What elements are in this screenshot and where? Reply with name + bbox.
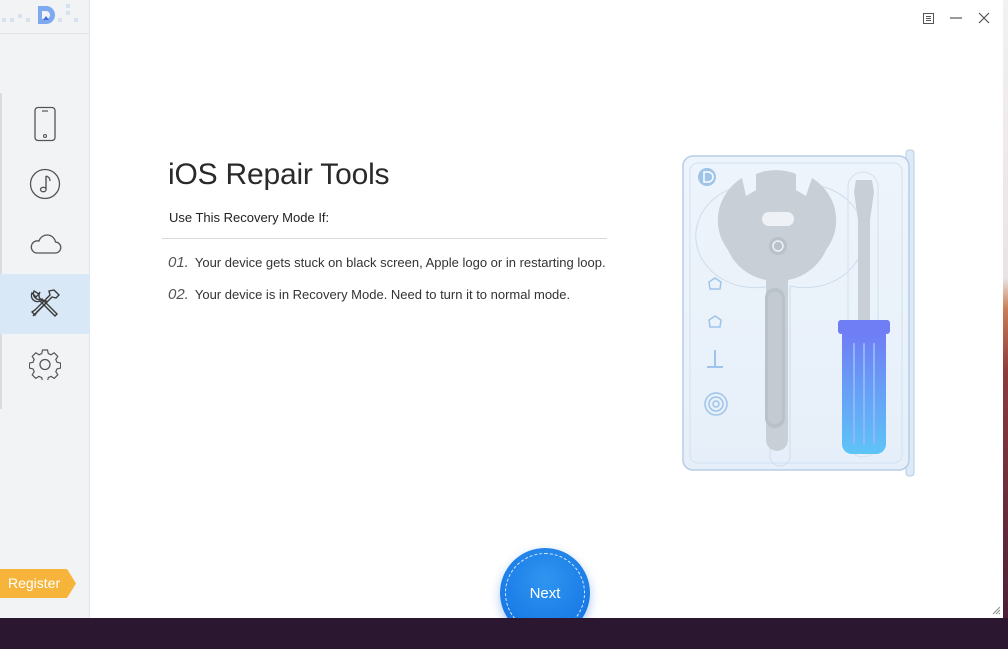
app-logo-icon <box>38 6 55 24</box>
wrench-screwdriver-icon <box>30 289 60 317</box>
step-text: Your device is in Recovery Mode. Need to… <box>194 287 571 302</box>
sidebar-item-repair-tools[interactable] <box>0 274 90 334</box>
step-text: Your device gets stuck on black screen, … <box>194 255 606 270</box>
menu-button[interactable] <box>918 8 938 28</box>
register-button[interactable]: Register <box>0 569 76 598</box>
step-number: 02. <box>168 286 189 303</box>
desktop-background-edge <box>1003 0 1008 618</box>
gear-icon <box>29 349 61 380</box>
sidebar-item-device[interactable] <box>0 94 90 154</box>
next-label: Next <box>529 584 561 602</box>
step-number: 01. <box>168 254 189 271</box>
menu-icon <box>922 12 934 24</box>
app-window: Register iOS Repair Tools Use This Recov… <box>0 0 1003 618</box>
close-button[interactable] <box>974 8 994 28</box>
toolbox-illustration <box>682 149 915 477</box>
sidebar-nav <box>0 94 90 394</box>
page-title: iOS Repair Tools <box>168 158 390 191</box>
step-item: 01. Your device gets stuck on black scree… <box>168 254 606 271</box>
sidebar: Register <box>0 0 90 618</box>
music-note-icon <box>29 168 61 200</box>
step-item: 02. Your device is in Recovery Mode. Need… <box>168 286 570 303</box>
sidebar-item-music[interactable] <box>0 154 90 214</box>
next-button[interactable]: Next <box>500 548 590 618</box>
logo-area <box>0 0 89 34</box>
minimize-icon <box>950 17 962 19</box>
close-icon <box>978 12 990 24</box>
divider <box>162 238 607 239</box>
minimize-button[interactable] <box>946 8 966 28</box>
resize-grip-icon[interactable] <box>992 606 1001 615</box>
sidebar-item-settings[interactable] <box>0 334 90 394</box>
desktop-background <box>0 618 1008 649</box>
sidebar-item-cloud[interactable] <box>0 214 90 274</box>
cloud-icon <box>30 234 62 254</box>
phone-icon <box>34 106 56 142</box>
register-label: Register <box>8 575 61 591</box>
subtitle: Use This Recovery Mode If: <box>169 210 330 225</box>
